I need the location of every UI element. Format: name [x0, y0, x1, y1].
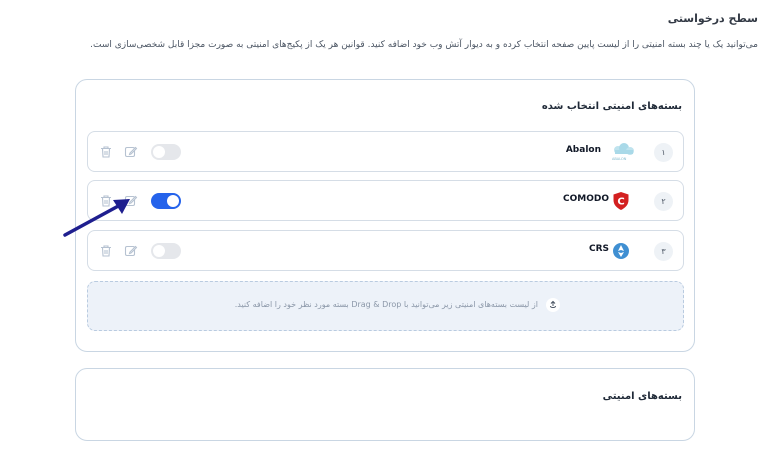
selected-packages-title: بسته‌های امنیتی انتخاب شده	[541, 101, 682, 112]
package-name: Abalon	[565, 145, 601, 155]
abalon-logo-caption: ABALON	[612, 157, 627, 161]
edit-icon[interactable]	[124, 145, 138, 159]
selected-packages-panel: بسته‌های امنیتی انتخاب شده ۱ ABALON Abal…	[75, 79, 695, 352]
all-packages-panel: بسته‌های امنیتی	[75, 368, 695, 441]
trash-icon[interactable]	[99, 145, 113, 159]
row-index: ۱	[654, 143, 673, 162]
drag-drop-zone[interactable]: از لیست بسته‌های امنیتی زیر می‌توانید با…	[87, 281, 684, 331]
crs-circle-logo	[607, 240, 635, 262]
page-title: سطح درخواستی	[667, 12, 758, 25]
svg-text:C: C	[617, 197, 624, 208]
package-row-comodo[interactable]: ۲ C COMODO	[87, 180, 684, 221]
dropzone-hint: از لیست بسته‌های امنیتی زیر می‌توانید با…	[234, 300, 538, 309]
enable-toggle[interactable]	[151, 193, 181, 209]
package-name: CRS	[588, 244, 609, 254]
row-index: ۲	[654, 192, 673, 211]
package-row-abalon[interactable]: ۱ ABALON Abalon	[87, 131, 684, 172]
drag-hand-icon	[546, 298, 560, 312]
abalon-cloud-logo: ABALON	[609, 141, 637, 163]
comodo-shield-logo: C	[607, 190, 635, 212]
all-packages-title: بسته‌های امنیتی	[602, 391, 682, 402]
edit-icon[interactable]	[124, 244, 138, 258]
package-name: COMODO	[563, 194, 609, 204]
annotation-arrow-icon	[63, 199, 130, 237]
row-index: ۳	[654, 242, 673, 261]
enable-toggle[interactable]	[151, 144, 181, 160]
trash-icon[interactable]	[99, 244, 113, 258]
page-description: می‌توانید یک یا چند بسته امنیتی را از لی…	[90, 40, 758, 50]
enable-toggle[interactable]	[151, 243, 181, 259]
package-row-crs[interactable]: ۳ CRS	[87, 230, 684, 271]
